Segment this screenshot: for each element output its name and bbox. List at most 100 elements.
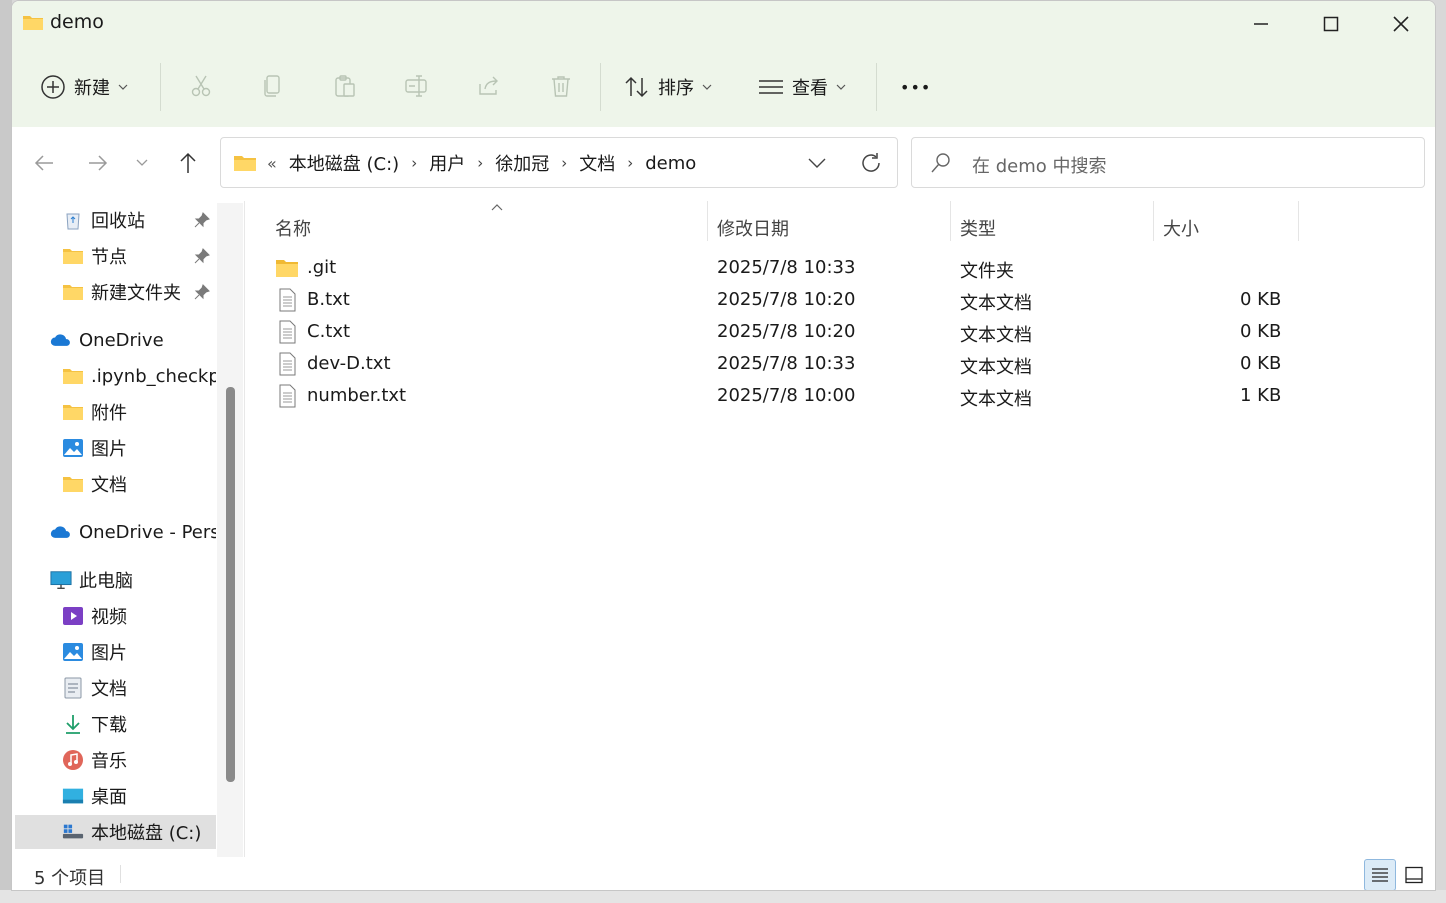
sidebar-item-label: OneDrive: [79, 329, 164, 351]
sidebar-item-ipynb-checkpoints[interactable]: .ipynb_checkpoints: [12, 359, 216, 393]
computer-icon: [50, 570, 72, 590]
sidebar-item-label: 文档: [91, 475, 127, 496]
file-list: 名称 修改日期 类型 大小 .git 2025/7/8 10:33 文件夹 B.…: [245, 201, 1435, 857]
back-button[interactable]: [28, 147, 60, 179]
column-divider[interactable]: [1298, 201, 1299, 241]
file-row-dev-d-txt[interactable]: dev-D.txt 2025/7/8 10:33 文本文档 0 KB: [245, 349, 1345, 381]
sidebar-item-documents[interactable]: 文档: [12, 671, 216, 705]
sidebar-item-downloads[interactable]: 下载: [12, 707, 216, 741]
pin-icon[interactable]: [194, 248, 210, 264]
file-row-c-txt[interactable]: C.txt 2025/7/8 10:20 文本文档 0 KB: [245, 317, 1345, 349]
file-name: .git: [307, 257, 337, 278]
drive-icon: [62, 822, 84, 842]
file-row-number-txt[interactable]: number.txt 2025/7/8 10:00 文本文档 1 KB: [245, 381, 1345, 413]
sidebar-item-local-disk-c[interactable]: 本地磁盘 (C:): [15, 815, 216, 849]
chevron-down-icon: [118, 84, 128, 90]
pin-icon[interactable]: [194, 284, 210, 300]
sort-button[interactable]: 排序: [624, 69, 712, 105]
folder-icon: [234, 156, 256, 171]
column-header-name[interactable]: 名称: [275, 211, 311, 245]
file-type: 文件夹: [960, 261, 1014, 282]
file-type: 文本文档: [960, 389, 1032, 410]
sidebar-item-new-folder[interactable]: 新建文件夹: [12, 275, 216, 309]
navigation-pane: 回收站 节点 新建文件夹 OneDrive .ipynb_checkpoints…: [12, 201, 244, 857]
more-options-button[interactable]: •••: [900, 69, 931, 105]
folder-icon: [62, 402, 84, 422]
search-icon: [931, 153, 950, 173]
column-header-modified[interactable]: 修改日期: [717, 211, 789, 245]
arrow-right-icon: [89, 155, 108, 171]
up-button[interactable]: [172, 147, 204, 179]
sidebar-item-music[interactable]: 音乐: [12, 743, 216, 777]
forward-button[interactable]: [82, 147, 114, 179]
sidebar-item-label: 音乐: [91, 751, 127, 772]
sidebar-item-recycle-bin[interactable]: 回收站: [12, 203, 216, 237]
sidebar-item-nodes[interactable]: 节点: [12, 239, 216, 273]
view-button[interactable]: 查看: [758, 69, 846, 105]
file-name: number.txt: [307, 385, 407, 406]
sidebar-item-pictures-onedrive[interactable]: 图片: [12, 431, 216, 465]
address-bar[interactable]: « 本地磁盘 (C:) › 用户 › 徐加冠 › 文档 › demo: [220, 137, 898, 188]
chevron-down-icon: [136, 159, 148, 166]
scrollbar-thumb[interactable]: [226, 387, 235, 782]
breadcrumb-item-drive[interactable]: 本地磁盘 (C:): [289, 150, 399, 176]
folder-icon: [62, 474, 84, 494]
column-divider[interactable]: [1153, 201, 1154, 241]
refresh-button[interactable]: [851, 138, 891, 187]
sidebar-item-onedrive-personal[interactable]: OneDrive - Personal: [12, 515, 216, 549]
sidebar-item-onedrive[interactable]: OneDrive: [12, 323, 216, 357]
file-row-b-txt[interactable]: B.txt 2025/7/8 10:20 文本文档 0 KB: [245, 285, 1345, 317]
close-button[interactable]: [1374, 7, 1428, 41]
column-divider[interactable]: [707, 201, 708, 241]
address-history-button[interactable]: [797, 138, 837, 187]
sidebar-item-this-pc[interactable]: 此电脑: [12, 563, 216, 597]
breadcrumb-item-documents[interactable]: 文档: [579, 150, 615, 176]
document-icon: [62, 677, 84, 699]
sidebar-item-label: 图片: [91, 439, 127, 460]
chevron-right-icon[interactable]: ›: [411, 154, 417, 172]
chevron-down-icon: [836, 84, 846, 90]
new-button[interactable]: 新建: [40, 69, 128, 105]
chevron-right-icon[interactable]: ›: [561, 154, 567, 172]
breadcrumb-item-users[interactable]: 用户: [429, 150, 465, 176]
recent-locations-button[interactable]: [126, 147, 158, 179]
text-file-icon: [279, 320, 296, 344]
cut-button[interactable]: [188, 73, 214, 99]
tiles-view-button[interactable]: [1398, 859, 1430, 890]
search-input[interactable]: 在 demo 中搜索: [972, 152, 1107, 178]
details-view-icon: [1372, 868, 1388, 882]
sidebar-item-attachments[interactable]: 附件: [12, 395, 216, 429]
breadcrumb-item-current[interactable]: demo: [645, 153, 696, 174]
sidebar-scrollbar[interactable]: [217, 203, 243, 857]
navigation-bar: « 本地磁盘 (C:) › 用户 › 徐加冠 › 文档 › demo 在 dem…: [12, 127, 1435, 201]
sidebar-item-desktop[interactable]: 桌面: [12, 779, 216, 813]
sort-ascending-icon: [491, 204, 503, 211]
sidebar-item-label: .ipynb_checkpoints: [91, 365, 216, 387]
column-header-size[interactable]: 大小: [1163, 211, 1199, 245]
item-count: 5 个项目: [34, 868, 106, 889]
file-size: 0 KB: [1240, 353, 1282, 374]
rename-button[interactable]: [404, 73, 430, 99]
sidebar-item-pictures[interactable]: 图片: [12, 635, 216, 669]
file-row-git[interactable]: .git 2025/7/8 10:33 文件夹: [245, 253, 1345, 285]
search-box[interactable]: 在 demo 中搜索: [911, 137, 1425, 188]
paste-button[interactable]: [332, 73, 358, 99]
sidebar-item-label: 文档: [91, 679, 127, 700]
column-divider[interactable]: [950, 201, 951, 241]
breadcrumb-overflow[interactable]: «: [267, 154, 277, 173]
delete-button[interactable]: [548, 73, 574, 99]
details-view-button[interactable]: [1364, 859, 1396, 890]
copy-button[interactable]: [260, 73, 286, 99]
sidebar-item-documents-onedrive[interactable]: 文档: [12, 467, 216, 501]
share-button[interactable]: [476, 73, 502, 99]
cloud-icon: [50, 522, 72, 542]
maximize-button[interactable]: [1304, 7, 1358, 41]
chevron-right-icon[interactable]: ›: [627, 154, 633, 172]
minimize-button[interactable]: [1234, 7, 1288, 41]
chevron-right-icon[interactable]: ›: [477, 154, 483, 172]
pin-icon[interactable]: [194, 212, 210, 228]
column-header-type[interactable]: 类型: [960, 211, 996, 245]
sidebar-item-videos[interactable]: 视频: [12, 599, 216, 633]
breadcrumb-item-user[interactable]: 徐加冠: [495, 150, 549, 176]
arrow-up-icon: [180, 152, 196, 173]
